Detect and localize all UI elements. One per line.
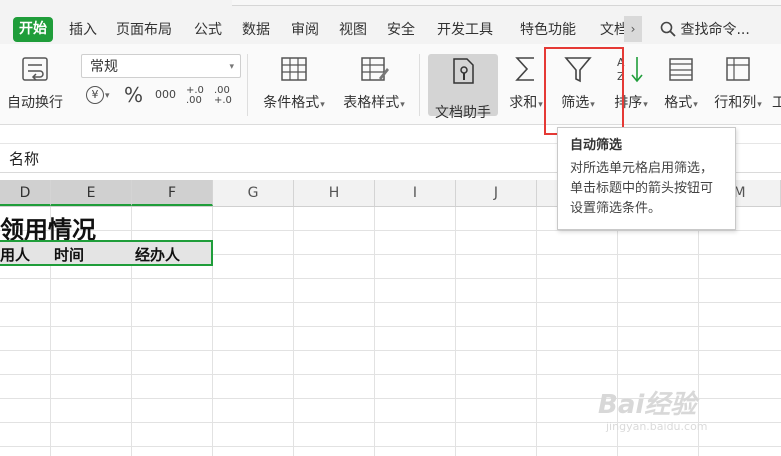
column-header-h[interactable]: H bbox=[294, 180, 375, 206]
table-style-icon bbox=[361, 57, 389, 81]
wrench-document-icon bbox=[453, 58, 474, 84]
format-button[interactable]: 格式▾ bbox=[656, 44, 706, 124]
more-tabs-chevron-icon[interactable]: › bbox=[624, 16, 642, 42]
ribbon-divider bbox=[247, 54, 248, 116]
sigma-icon bbox=[515, 57, 534, 81]
column-header-i[interactable]: I bbox=[375, 180, 456, 206]
currency-icon: ¥ bbox=[86, 86, 104, 104]
sort-button[interactable]: A Z 排序▾ bbox=[608, 44, 654, 124]
svg-text:Z: Z bbox=[617, 70, 625, 83]
decrease-decimal-button[interactable]: .00 +.0 bbox=[214, 86, 236, 106]
sum-button[interactable]: 求和▾ bbox=[504, 44, 548, 124]
column-header-g[interactable]: G bbox=[213, 180, 294, 206]
conditional-format-label: 条件格式 bbox=[263, 95, 320, 111]
filter-tooltip: 自动筛选 对所选单元格启用筛选，单击标题中的箭头按钮可设置筛选条件。 bbox=[557, 127, 736, 230]
wrap-text-button[interactable]: 自动换行 bbox=[0, 44, 70, 124]
wrap-text-icon bbox=[22, 57, 48, 81]
rows-columns-label: 行和列 bbox=[714, 95, 757, 111]
sort-label: 排序 bbox=[614, 95, 643, 111]
wrap-text-label: 自动换行 bbox=[7, 95, 63, 111]
column-header-e[interactable]: E bbox=[51, 180, 132, 206]
doc-assistant-button[interactable]: 文档助手 bbox=[428, 54, 498, 121]
conditional-format-icon bbox=[281, 57, 307, 81]
percent-format-button[interactable]: % bbox=[124, 83, 143, 107]
chevron-down-icon: ▾ bbox=[229, 62, 234, 72]
command-search-label: 查找命令... bbox=[680, 22, 750, 38]
command-search[interactable]: 查找命令... bbox=[660, 18, 750, 42]
thousands-separator-button[interactable]: 000 bbox=[155, 88, 176, 101]
increase-decimal-button[interactable]: +.0 .00 bbox=[186, 86, 208, 106]
ribbon-divider bbox=[419, 54, 420, 116]
tab-review[interactable]: 审阅 bbox=[291, 18, 319, 42]
table-style-button[interactable]: 表格样式▾ bbox=[336, 44, 412, 124]
tab-formulas[interactable]: 公式 bbox=[194, 18, 222, 42]
format-icon bbox=[669, 58, 693, 81]
watermark-logo: Bai经验 bbox=[598, 390, 697, 420]
selection-border bbox=[0, 240, 213, 266]
grid-column-line bbox=[293, 207, 294, 456]
title-bar-strip bbox=[232, 0, 781, 6]
watermark-url: jingyan.baidu.com bbox=[606, 420, 708, 433]
column-header-j[interactable]: J bbox=[456, 180, 537, 206]
currency-format-button[interactable]: ¥ ▾ bbox=[86, 86, 110, 104]
name-box-label: 名称 bbox=[9, 150, 40, 168]
grid-column-line bbox=[455, 207, 456, 456]
ribbon-toolbar: 自动换行 常规 ▾ ¥ ▾ % 000 +.0 .00 .00 +.0 条件格式▾… bbox=[0, 44, 781, 125]
tooltip-title: 自动筛选 bbox=[570, 138, 623, 153]
grid-column-line bbox=[374, 207, 375, 456]
tab-page-layout[interactable]: 页面布局 bbox=[116, 18, 172, 42]
format-label: 格式 bbox=[664, 95, 693, 111]
tab-document[interactable]: 文档 bbox=[600, 18, 624, 42]
number-format-value: 常规 bbox=[90, 59, 118, 75]
tab-developer[interactable]: 开发工具 bbox=[437, 18, 493, 42]
filter-label: 筛选 bbox=[561, 95, 590, 111]
funnel-filter-icon bbox=[564, 57, 592, 83]
tab-view[interactable]: 视图 bbox=[339, 18, 367, 42]
rows-columns-icon bbox=[726, 57, 750, 81]
tooltip-body: 对所选单元格启用筛选，单击标题中的箭头按钮可设置筛选条件。 bbox=[570, 161, 714, 216]
svg-text:A: A bbox=[617, 56, 625, 69]
menu-bar: 开始 插入 页面布局 公式 数据 审阅 视图 安全 开发工具 特色功能 文档 ›… bbox=[0, 0, 781, 44]
grid-column-line bbox=[698, 207, 699, 456]
column-header-d[interactable]: D bbox=[0, 180, 51, 206]
tab-special-features[interactable]: 特色功能 bbox=[520, 18, 576, 42]
truncated-ribbon-item[interactable]: 工 bbox=[772, 92, 781, 112]
tab-data[interactable]: 数据 bbox=[242, 18, 270, 42]
filter-button[interactable]: 筛选▾ bbox=[550, 44, 606, 124]
table-style-label: 表格样式 bbox=[343, 95, 400, 111]
conditional-format-button[interactable]: 条件格式▾ bbox=[256, 44, 332, 124]
grid-column-line bbox=[536, 207, 537, 456]
sort-az-icon: A Z bbox=[617, 56, 643, 83]
number-format-select[interactable]: 常规 ▾ bbox=[81, 54, 241, 78]
tab-security[interactable]: 安全 bbox=[387, 18, 415, 42]
rows-columns-button[interactable]: 行和列▾ bbox=[708, 44, 768, 124]
search-icon bbox=[660, 21, 676, 37]
tab-insert[interactable]: 插入 bbox=[69, 18, 97, 42]
doc-assistant-label: 文档助手 bbox=[435, 105, 491, 121]
tab-home[interactable]: 开始 bbox=[13, 17, 53, 42]
column-header-f[interactable]: F bbox=[132, 180, 213, 206]
sum-label: 求和 bbox=[509, 95, 538, 111]
